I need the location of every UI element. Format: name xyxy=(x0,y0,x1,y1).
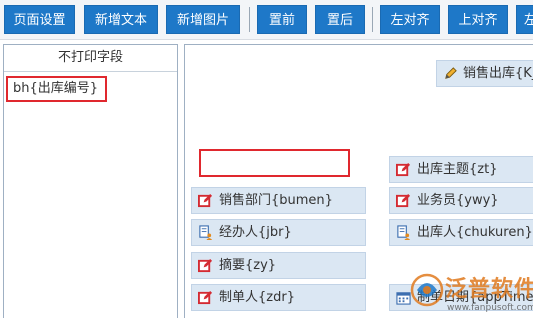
send-back-button[interactable]: 置后 xyxy=(315,5,365,34)
toolbar-divider xyxy=(249,7,250,32)
toolbar: 页面设置 新增文本 新增图片 置前 置后 左对齐 上对齐 左 xyxy=(0,0,533,40)
field-label: 出库主题{zt} xyxy=(417,162,498,177)
panel-title: 不打印字段 xyxy=(4,45,177,72)
edit-icon xyxy=(198,258,213,273)
bring-front-button[interactable]: 置前 xyxy=(257,5,307,34)
align-top-button[interactable]: 上对齐 xyxy=(448,5,508,34)
non-print-fields-panel: 不打印字段 bh{出库编号} xyxy=(3,44,178,318)
toolbar-divider xyxy=(372,7,373,32)
selection-highlight xyxy=(199,149,350,177)
field-sales-out-title[interactable]: 销售出库{K_ xyxy=(436,60,533,87)
align-left-button[interactable]: 左对齐 xyxy=(380,5,440,34)
brand-name: 泛普软件 xyxy=(445,277,533,302)
field-label: 销售出库{K_ xyxy=(463,66,533,81)
field-label: 业务员{ywy} xyxy=(417,193,499,208)
field-item-bh[interactable]: bh{出库编号} xyxy=(6,76,107,102)
field-label: 经办人{jbr} xyxy=(219,225,292,240)
brand-url: www.fanpusoft.com xyxy=(447,303,533,313)
edit-icon xyxy=(198,290,213,305)
add-image-button[interactable]: 新增图片 xyxy=(166,5,240,34)
field-label: 制单人{zdr} xyxy=(219,290,295,305)
edit-icon xyxy=(396,162,411,177)
brand-watermark: 泛普软件 www.fanpusoft.com xyxy=(409,270,533,318)
align-right-button[interactable]: 左 xyxy=(516,5,533,34)
field-yewuyuan[interactable]: 业务员{ywy} xyxy=(389,187,533,214)
document-user-icon xyxy=(199,225,213,240)
page-setup-button[interactable]: 页面设置 xyxy=(4,5,75,34)
field-chuku-zhuti[interactable]: 出库主题{zt} xyxy=(389,156,533,183)
field-chukuren[interactable]: 出库人{chukuren} xyxy=(389,219,533,246)
pencil-icon xyxy=(445,67,457,79)
field-label: 销售部门{bumen} xyxy=(219,193,333,208)
field-zhaiyao[interactable]: 摘要{zy} xyxy=(191,252,366,279)
field-zhidanren[interactable]: 制单人{zdr} xyxy=(191,284,366,311)
field-xiaoshou-bumen[interactable]: 销售部门{bumen} xyxy=(191,187,366,214)
field-label: 摘要{zy} xyxy=(219,258,277,273)
field-label: 出库人{chukuren} xyxy=(417,225,533,240)
edit-icon xyxy=(396,193,411,208)
field-jingbanren[interactable]: 经办人{jbr} xyxy=(191,219,366,246)
edit-icon xyxy=(198,193,213,208)
add-text-button[interactable]: 新增文本 xyxy=(84,5,158,34)
document-user-icon xyxy=(397,225,411,240)
